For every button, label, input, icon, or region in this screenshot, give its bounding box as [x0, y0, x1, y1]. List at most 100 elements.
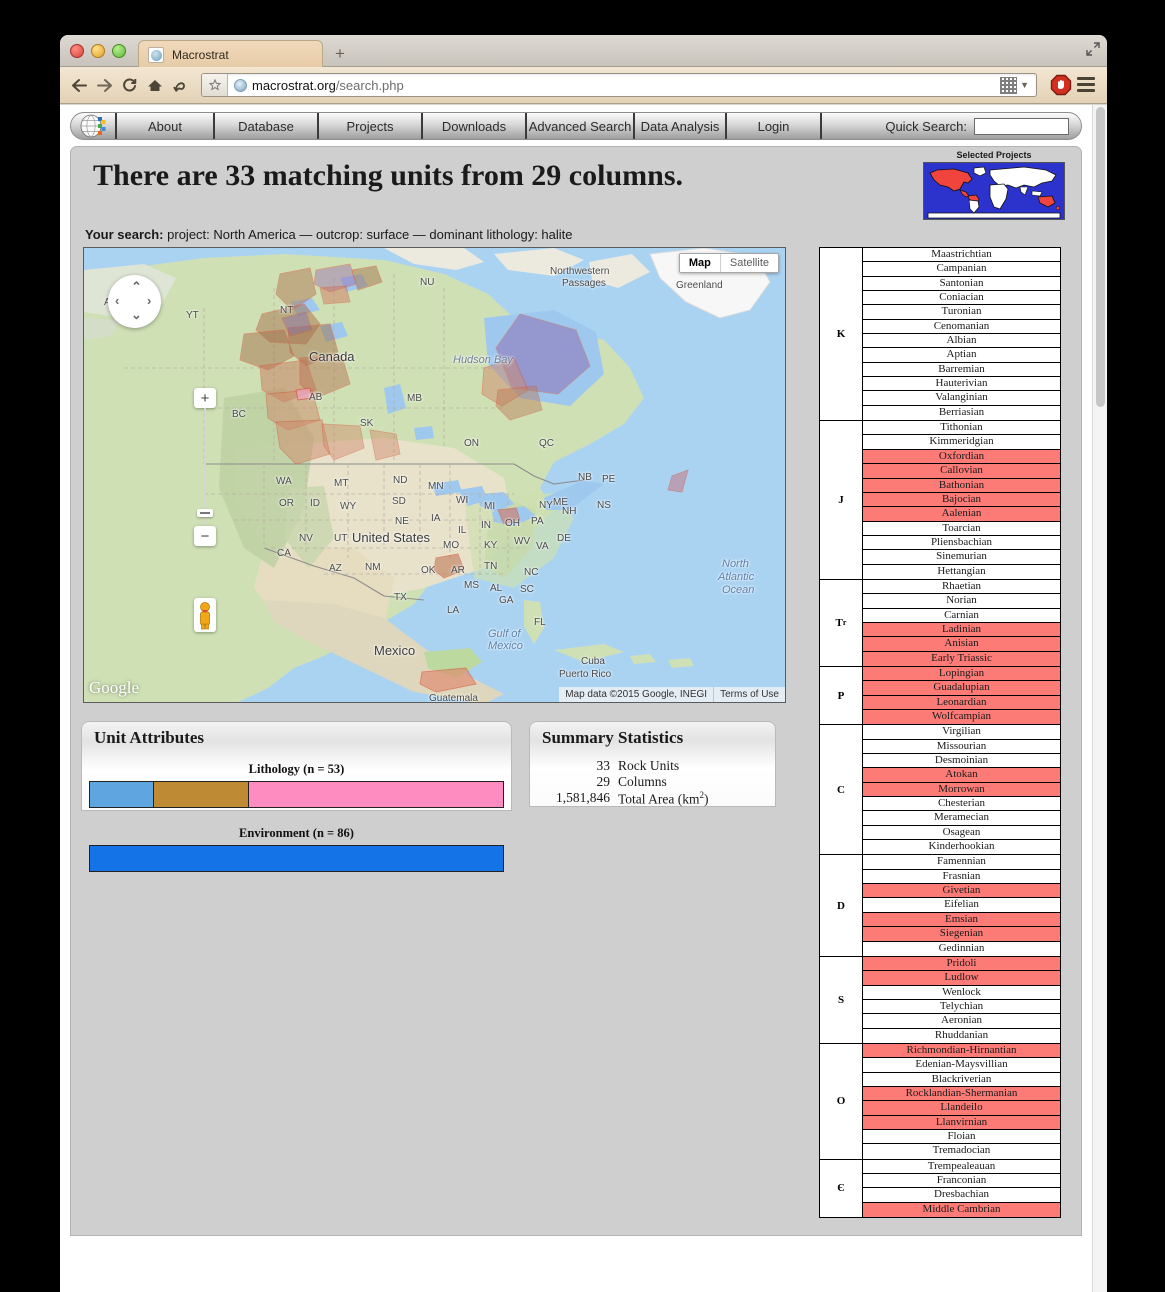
stage-row-matching[interactable]: Llandeilo	[863, 1101, 1060, 1116]
stage-row[interactable]: Sinemurian	[863, 550, 1060, 565]
macrostrat-globe-logo[interactable]	[71, 113, 117, 139]
stage-row[interactable]: Hauterivian	[863, 377, 1060, 392]
star-icon[interactable]	[202, 74, 228, 96]
browser-tab[interactable]: Macrostrat	[138, 40, 323, 68]
stage-row[interactable]: Maastrichtian	[863, 248, 1060, 263]
geologic-timescale-column[interactable]: K Maastrichtian Campanian Santonian Coniacia…	[819, 247, 1061, 1219]
period-label[interactable]: C	[820, 725, 863, 855]
reload-icon[interactable]	[118, 74, 141, 97]
zoom-handle[interactable]	[197, 509, 213, 517]
zoom-out-button[interactable]: −	[194, 526, 216, 546]
stage-row[interactable]: Santonian	[863, 276, 1060, 292]
minimize-window-button[interactable]	[91, 44, 105, 58]
nav-item-login[interactable]: Login	[727, 113, 822, 139]
undo-icon[interactable]	[168, 74, 191, 97]
stage-row[interactable]: Aptian	[863, 348, 1060, 363]
hamburger-menu-icon[interactable]	[1077, 77, 1095, 93]
stage-row[interactable]: Virgilian	[863, 725, 1060, 740]
stage-row[interactable]: Eifelian	[863, 898, 1060, 913]
bar-segment[interactable]	[152, 782, 248, 807]
period-label[interactable]: J	[820, 421, 863, 579]
stage-row[interactable]: Coniacian	[863, 291, 1060, 306]
stage-row-matching[interactable]: Aalenian	[863, 507, 1060, 522]
stage-row[interactable]: Trempealeauan	[863, 1159, 1060, 1174]
stage-row-matching[interactable]: Oxfordian	[863, 449, 1060, 465]
stage-row[interactable]: Telychian	[863, 999, 1060, 1015]
stage-row-matching[interactable]: Guadalupian	[863, 681, 1060, 696]
stage-row[interactable]: Valanginian	[863, 391, 1060, 406]
stage-row[interactable]: Blackriverian	[863, 1072, 1060, 1087]
stage-row-matching[interactable]: Rocklandian-Shermanian	[863, 1086, 1060, 1102]
quick-search-input[interactable]	[974, 117, 1069, 135]
bar-segment[interactable]	[247, 782, 503, 807]
adblock-stop-hand-icon[interactable]	[1050, 74, 1072, 96]
stage-row[interactable]: Hettangian	[863, 564, 1060, 579]
stage-row[interactable]: Gedinnian	[863, 941, 1060, 956]
pan-left-icon[interactable]: ‹	[115, 293, 119, 308]
period-label[interactable]: D	[820, 855, 863, 956]
street-view-pegman-icon[interactable]	[194, 598, 216, 632]
period-label[interactable]: K	[820, 248, 863, 421]
nav-item-database[interactable]: Database	[215, 113, 319, 139]
nav-item-projects[interactable]: Projects	[319, 113, 423, 139]
stage-row[interactable]: Floian	[863, 1129, 1060, 1145]
stage-row-matching[interactable]: Morrowan	[863, 782, 1060, 798]
zoom-in-button[interactable]: +	[194, 388, 216, 408]
stage-row-matching[interactable]: Ludlow	[863, 971, 1060, 986]
stage-row-matching[interactable]: Richmondian-Hirnantian	[863, 1043, 1060, 1059]
stage-row[interactable]: Campanian	[863, 262, 1060, 277]
stage-row[interactable]: Rhaetian	[863, 579, 1060, 595]
back-arrow-icon[interactable]	[68, 74, 91, 97]
bar-segment[interactable]	[90, 846, 503, 871]
period-label[interactable]: O	[820, 1043, 863, 1159]
stage-row[interactable]: Franconian	[863, 1174, 1060, 1189]
stage-row[interactable]: Dresbachian	[863, 1188, 1060, 1203]
map-zoom-slider[interactable]: + −	[194, 388, 216, 546]
nav-item-advanced-search[interactable]: Advanced Search	[527, 113, 635, 139]
stage-row[interactable]: Tithonian	[863, 421, 1060, 436]
stage-row[interactable]: Kimmeridgian	[863, 435, 1060, 450]
nav-item-data-analysis[interactable]: Data Analysis	[635, 113, 727, 139]
stage-row-matching[interactable]: Emsian	[863, 912, 1060, 928]
stage-row[interactable]: Pliensbachian	[863, 535, 1060, 551]
stage-row[interactable]: Norian	[863, 594, 1060, 609]
stage-row[interactable]: Kinderhookian	[863, 840, 1060, 855]
page-scrollbar[interactable]	[1092, 105, 1107, 1292]
stage-row-matching[interactable]: Lopingian	[863, 666, 1060, 682]
stage-row-matching[interactable]: Callovian	[863, 464, 1060, 479]
period-label[interactable]: Є	[820, 1159, 863, 1218]
stage-row-matching[interactable]: Givetian	[863, 884, 1060, 899]
pan-down-icon[interactable]: ⌄	[131, 307, 142, 323]
stage-row[interactable]: Osagean	[863, 825, 1060, 841]
stage-row-matching[interactable]: Siegenian	[863, 927, 1060, 942]
stage-row-matching[interactable]: Llanvirnian	[863, 1115, 1060, 1130]
stage-row[interactable]: Toarcian	[863, 521, 1060, 536]
stage-row-matching[interactable]: Leonardian	[863, 695, 1060, 710]
stage-row[interactable]: Missourian	[863, 739, 1060, 755]
stage-row[interactable]: Aeronian	[863, 1014, 1060, 1029]
address-bar[interactable]: macrostrat.org/search.php ▼	[201, 73, 1037, 97]
qr-code-icon[interactable]	[1000, 76, 1018, 94]
lithology-stacked-bar[interactable]	[89, 781, 504, 808]
forward-arrow-icon[interactable]	[93, 74, 116, 97]
map-type-satellite[interactable]: Satellite	[719, 254, 778, 272]
zoom-window-button[interactable]	[112, 44, 126, 58]
stage-row[interactable]: Chesterian	[863, 797, 1060, 812]
terms-of-use-link[interactable]: Terms of Use	[713, 687, 785, 702]
map-pan-control[interactable]: ⌃ ‹ › ⌄	[108, 275, 161, 328]
stage-row[interactable]: Desmoinian	[863, 754, 1060, 769]
scrollbar-thumb[interactable]	[1096, 107, 1105, 407]
stage-row[interactable]: Meramecian	[863, 811, 1060, 826]
bar-segment[interactable]	[90, 782, 153, 807]
home-icon[interactable]	[143, 74, 166, 97]
stage-row-matching[interactable]: Pridoli	[863, 956, 1060, 972]
nav-item-downloads[interactable]: Downloads	[423, 113, 527, 139]
stage-row-matching[interactable]: Wolfcampian	[863, 710, 1060, 725]
stage-row-matching[interactable]: Atokan	[863, 768, 1060, 783]
map-type-toggle[interactable]: Map Satellite	[678, 253, 779, 273]
stage-row[interactable]: Turonian	[863, 305, 1060, 320]
period-label[interactable]: P	[820, 666, 863, 725]
pan-up-icon[interactable]: ⌃	[131, 279, 142, 295]
world-mini-map[interactable]	[923, 162, 1065, 220]
period-label[interactable]: Tr	[820, 579, 863, 666]
